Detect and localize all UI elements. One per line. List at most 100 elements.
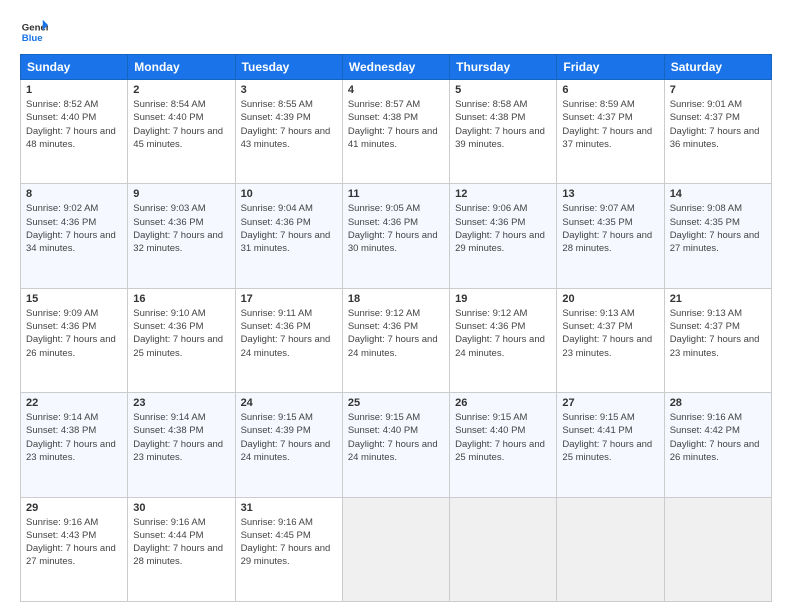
day-cell: 5 Sunrise: 8:58 AM Sunset: 4:38 PM Dayli… [450,80,557,184]
day-number: 3 [241,84,337,96]
col-header-wednesday: Wednesday [342,55,449,80]
day-info: Sunrise: 8:58 AM Sunset: 4:38 PM Dayligh… [455,98,551,151]
day-cell: 19 Sunrise: 9:12 AM Sunset: 4:36 PM Dayl… [450,288,557,392]
day-cell: 22 Sunrise: 9:14 AM Sunset: 4:38 PM Dayl… [21,393,128,497]
day-info: Sunrise: 9:05 AM Sunset: 4:36 PM Dayligh… [348,202,444,255]
day-info: Sunrise: 9:12 AM Sunset: 4:36 PM Dayligh… [348,307,444,360]
day-info: Sunrise: 8:57 AM Sunset: 4:38 PM Dayligh… [348,98,444,151]
col-header-monday: Monday [128,55,235,80]
day-cell: 18 Sunrise: 9:12 AM Sunset: 4:36 PM Dayl… [342,288,449,392]
day-info: Sunrise: 9:13 AM Sunset: 4:37 PM Dayligh… [562,307,658,360]
day-info: Sunrise: 9:06 AM Sunset: 4:36 PM Dayligh… [455,202,551,255]
day-info: Sunrise: 9:15 AM Sunset: 4:40 PM Dayligh… [348,411,444,464]
day-number: 1 [26,84,122,96]
day-info: Sunrise: 9:01 AM Sunset: 4:37 PM Dayligh… [670,98,766,151]
week-row-5: 29 Sunrise: 9:16 AM Sunset: 4:43 PM Dayl… [21,497,772,601]
day-info: Sunrise: 9:03 AM Sunset: 4:36 PM Dayligh… [133,202,229,255]
day-cell: 29 Sunrise: 9:16 AM Sunset: 4:43 PM Dayl… [21,497,128,601]
day-number: 18 [348,293,444,305]
day-number: 24 [241,397,337,409]
day-info: Sunrise: 9:15 AM Sunset: 4:39 PM Dayligh… [241,411,337,464]
day-cell: 25 Sunrise: 9:15 AM Sunset: 4:40 PM Dayl… [342,393,449,497]
day-cell: 4 Sunrise: 8:57 AM Sunset: 4:38 PM Dayli… [342,80,449,184]
day-number: 9 [133,188,229,200]
day-number: 8 [26,188,122,200]
day-info: Sunrise: 9:07 AM Sunset: 4:35 PM Dayligh… [562,202,658,255]
day-number: 14 [670,188,766,200]
page: General Blue SundayMondayTuesdayWednesda… [0,0,792,612]
day-cell: 24 Sunrise: 9:15 AM Sunset: 4:39 PM Dayl… [235,393,342,497]
day-info: Sunrise: 9:13 AM Sunset: 4:37 PM Dayligh… [670,307,766,360]
day-number: 31 [241,502,337,514]
week-row-3: 15 Sunrise: 9:09 AM Sunset: 4:36 PM Dayl… [21,288,772,392]
col-header-friday: Friday [557,55,664,80]
day-cell: 7 Sunrise: 9:01 AM Sunset: 4:37 PM Dayli… [664,80,771,184]
day-cell: 28 Sunrise: 9:16 AM Sunset: 4:42 PM Dayl… [664,393,771,497]
col-header-thursday: Thursday [450,55,557,80]
day-number: 4 [348,84,444,96]
day-cell: 23 Sunrise: 9:14 AM Sunset: 4:38 PM Dayl… [128,393,235,497]
day-cell: 20 Sunrise: 9:13 AM Sunset: 4:37 PM Dayl… [557,288,664,392]
day-info: Sunrise: 9:09 AM Sunset: 4:36 PM Dayligh… [26,307,122,360]
col-header-saturday: Saturday [664,55,771,80]
svg-text:Blue: Blue [22,33,43,44]
day-cell: 6 Sunrise: 8:59 AM Sunset: 4:37 PM Dayli… [557,80,664,184]
day-info: Sunrise: 9:16 AM Sunset: 4:45 PM Dayligh… [241,516,337,569]
day-number: 13 [562,188,658,200]
day-info: Sunrise: 9:08 AM Sunset: 4:35 PM Dayligh… [670,202,766,255]
day-number: 15 [26,293,122,305]
day-cell: 13 Sunrise: 9:07 AM Sunset: 4:35 PM Dayl… [557,184,664,288]
day-cell: 15 Sunrise: 9:09 AM Sunset: 4:36 PM Dayl… [21,288,128,392]
day-number: 25 [348,397,444,409]
day-number: 11 [348,188,444,200]
day-cell: 16 Sunrise: 9:10 AM Sunset: 4:36 PM Dayl… [128,288,235,392]
day-info: Sunrise: 9:14 AM Sunset: 4:38 PM Dayligh… [26,411,122,464]
logo-icon: General Blue [20,18,48,46]
day-number: 22 [26,397,122,409]
day-cell: 17 Sunrise: 9:11 AM Sunset: 4:36 PM Dayl… [235,288,342,392]
day-info: Sunrise: 9:02 AM Sunset: 4:36 PM Dayligh… [26,202,122,255]
day-number: 6 [562,84,658,96]
day-cell: 8 Sunrise: 9:02 AM Sunset: 4:36 PM Dayli… [21,184,128,288]
day-number: 26 [455,397,551,409]
day-cell: 2 Sunrise: 8:54 AM Sunset: 4:40 PM Dayli… [128,80,235,184]
day-cell [342,497,449,601]
day-number: 29 [26,502,122,514]
day-number: 19 [455,293,551,305]
day-info: Sunrise: 9:16 AM Sunset: 4:43 PM Dayligh… [26,516,122,569]
day-number: 12 [455,188,551,200]
week-row-4: 22 Sunrise: 9:14 AM Sunset: 4:38 PM Dayl… [21,393,772,497]
day-info: Sunrise: 9:04 AM Sunset: 4:36 PM Dayligh… [241,202,337,255]
week-row-1: 1 Sunrise: 8:52 AM Sunset: 4:40 PM Dayli… [21,80,772,184]
day-number: 21 [670,293,766,305]
day-cell: 30 Sunrise: 9:16 AM Sunset: 4:44 PM Dayl… [128,497,235,601]
day-number: 23 [133,397,229,409]
day-info: Sunrise: 9:11 AM Sunset: 4:36 PM Dayligh… [241,307,337,360]
day-number: 17 [241,293,337,305]
day-number: 7 [670,84,766,96]
week-row-2: 8 Sunrise: 9:02 AM Sunset: 4:36 PM Dayli… [21,184,772,288]
day-info: Sunrise: 9:14 AM Sunset: 4:38 PM Dayligh… [133,411,229,464]
day-number: 27 [562,397,658,409]
day-info: Sunrise: 8:59 AM Sunset: 4:37 PM Dayligh… [562,98,658,151]
logo: General Blue [20,18,48,46]
day-cell [557,497,664,601]
day-cell: 26 Sunrise: 9:15 AM Sunset: 4:40 PM Dayl… [450,393,557,497]
day-cell: 12 Sunrise: 9:06 AM Sunset: 4:36 PM Dayl… [450,184,557,288]
day-cell: 11 Sunrise: 9:05 AM Sunset: 4:36 PM Dayl… [342,184,449,288]
day-cell [450,497,557,601]
day-cell: 31 Sunrise: 9:16 AM Sunset: 4:45 PM Dayl… [235,497,342,601]
day-number: 30 [133,502,229,514]
day-cell [664,497,771,601]
day-cell: 3 Sunrise: 8:55 AM Sunset: 4:39 PM Dayli… [235,80,342,184]
header: General Blue [20,18,772,46]
day-number: 16 [133,293,229,305]
day-info: Sunrise: 9:15 AM Sunset: 4:41 PM Dayligh… [562,411,658,464]
day-cell: 14 Sunrise: 9:08 AM Sunset: 4:35 PM Dayl… [664,184,771,288]
day-info: Sunrise: 8:52 AM Sunset: 4:40 PM Dayligh… [26,98,122,151]
day-info: Sunrise: 9:16 AM Sunset: 4:44 PM Dayligh… [133,516,229,569]
day-number: 10 [241,188,337,200]
day-info: Sunrise: 8:55 AM Sunset: 4:39 PM Dayligh… [241,98,337,151]
day-number: 5 [455,84,551,96]
day-number: 28 [670,397,766,409]
